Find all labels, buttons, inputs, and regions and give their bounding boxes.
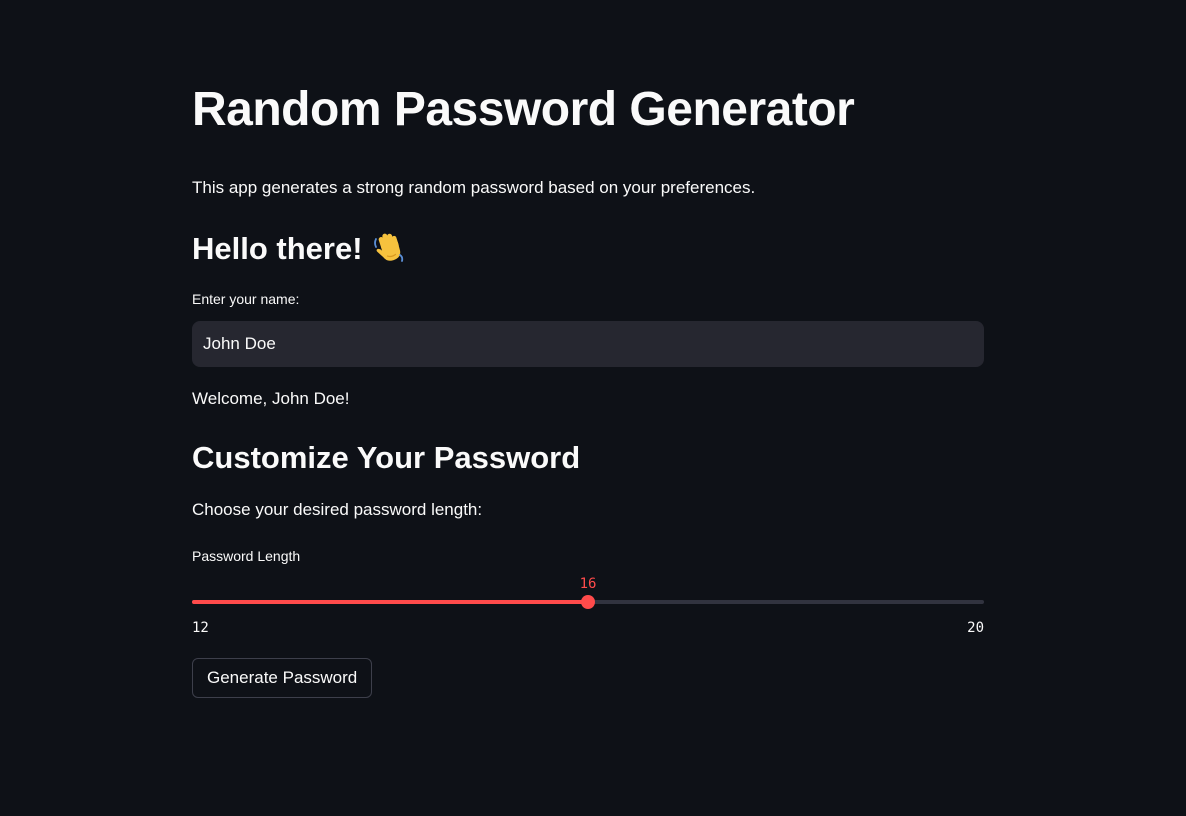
slider-value-label: 16 <box>579 576 597 592</box>
welcome-message: Welcome, John Doe! <box>192 389 350 408</box>
name-input-label: Enter your name: <box>192 291 300 307</box>
password-length-label: Password Length <box>192 548 301 564</box>
page-title: Random Password Generator <box>192 83 855 136</box>
customize-heading: Customize Your Password <box>192 440 581 475</box>
greeting-heading: Hello there! <box>192 229 405 273</box>
password-length-slider[interactable]: 16 12 20 <box>192 570 984 640</box>
length-prompt: Choose your desired password length: <box>192 500 483 519</box>
slider-min-label: 12 <box>192 620 209 636</box>
greeting-text: Hello there! <box>192 231 363 266</box>
app-description: This app generates a strong random passw… <box>192 178 756 197</box>
waving-hand-icon <box>373 231 405 273</box>
slider-max-label: 20 <box>967 620 984 636</box>
generate-password-button[interactable]: Generate Password <box>192 658 373 698</box>
name-input[interactable] <box>192 321 984 367</box>
slider-fill <box>192 600 588 604</box>
slider-thumb[interactable] <box>581 595 595 609</box>
